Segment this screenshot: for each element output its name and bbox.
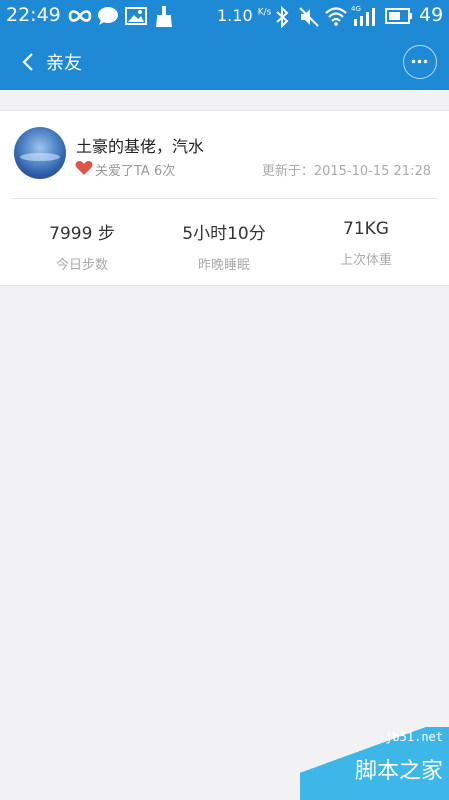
watermark: jb51.net 脚本之家 bbox=[300, 727, 449, 800]
watermark-url: jb51.net bbox=[385, 730, 443, 744]
battery-icon bbox=[385, 8, 412, 24]
page-title: 亲友 bbox=[46, 53, 82, 74]
stat-value: 7999 步 bbox=[49, 224, 115, 244]
updated-time-value: 2015-10-15 21:28 bbox=[313, 164, 431, 179]
more-icon bbox=[411, 59, 428, 64]
stat-value: 5小时10分 bbox=[182, 224, 266, 244]
stat-value: 71KG bbox=[343, 219, 389, 239]
friend-name: 土豪的基佬，汽水 bbox=[76, 137, 205, 156]
heart-icon bbox=[75, 161, 93, 175]
updated-label: 更新于： bbox=[261, 164, 314, 179]
image-icon bbox=[125, 7, 147, 25]
message-icon bbox=[98, 7, 118, 25]
avatar[interactable] bbox=[14, 127, 66, 179]
updated-time: 更新于：2015-10-15 21:28 bbox=[262, 160, 431, 179]
battery-level: 49 bbox=[419, 4, 444, 26]
status-time: 22:49 bbox=[6, 4, 61, 26]
broom-icon bbox=[156, 6, 172, 27]
mute-icon bbox=[299, 7, 319, 27]
more-button[interactable] bbox=[403, 45, 437, 79]
stat-label: 今日步数 bbox=[55, 258, 108, 273]
stat-sleep[interactable]: 5小时10分 昨晚睡眠 bbox=[149, 219, 299, 273]
chevron-left-icon[interactable] bbox=[18, 51, 40, 73]
app-bar: 亲友 bbox=[0, 34, 449, 90]
wifi-icon bbox=[325, 7, 347, 26]
net-speed: 1.10 bbox=[217, 6, 253, 25]
liked-count-text: 关爱了TA 6次 bbox=[95, 164, 176, 179]
status-bar: 22:49 1.10 K/s 4G 49 bbox=[0, 0, 449, 34]
stat-label: 昨晚睡眠 bbox=[197, 258, 250, 273]
net-speed-unit: K/s bbox=[257, 7, 272, 18]
stat-steps[interactable]: 7999 步 今日步数 bbox=[7, 219, 157, 273]
infinity-icon bbox=[68, 10, 92, 22]
stat-weight[interactable]: 71KG 上次体重 bbox=[291, 219, 441, 268]
friend-card[interactable]: 土豪的基佬，汽水 关爱了TA 6次 更新于：2015-10-15 21:28 7… bbox=[0, 110, 449, 286]
bluetooth-icon bbox=[276, 6, 289, 28]
stat-label: 上次体重 bbox=[339, 253, 392, 268]
watermark-site: 脚本之家 bbox=[354, 759, 443, 784]
signal-icon bbox=[354, 8, 375, 26]
divider bbox=[12, 198, 437, 199]
